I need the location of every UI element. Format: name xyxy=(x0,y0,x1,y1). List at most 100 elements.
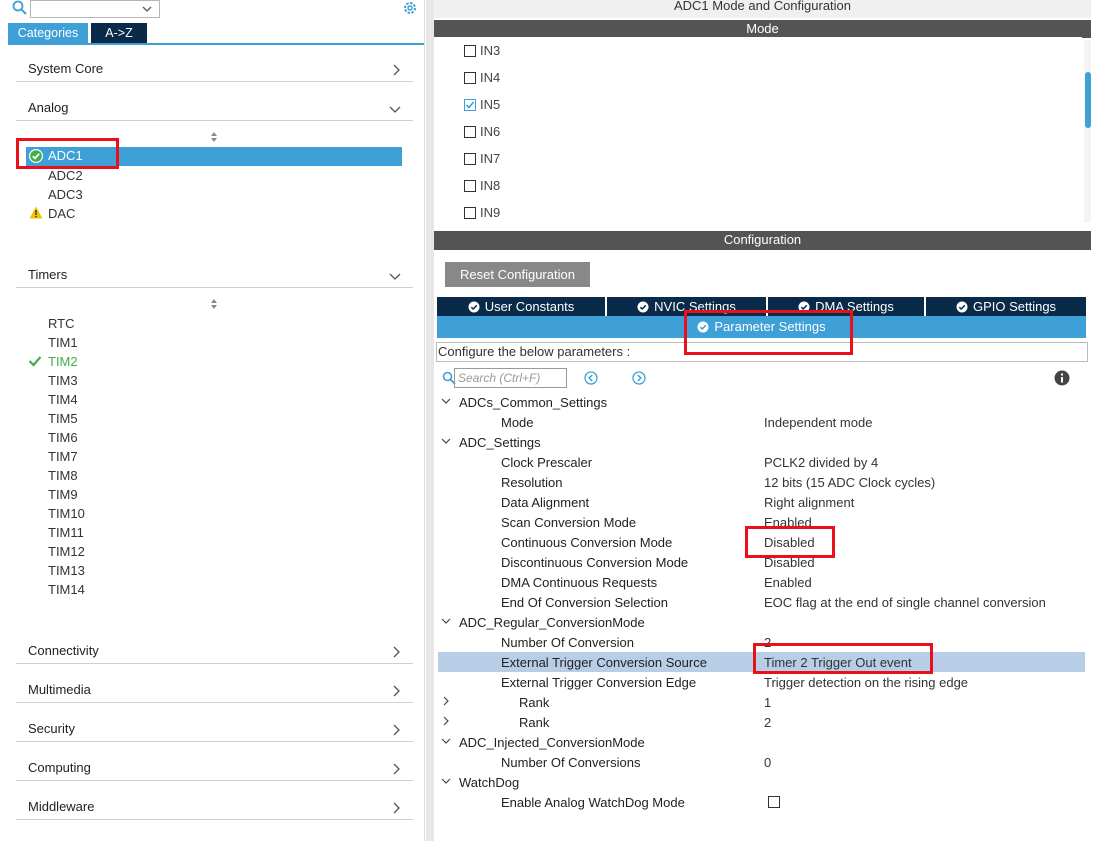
param-value[interactable]: Trigger detection on the rising edge xyxy=(764,675,968,690)
list-item-tim10[interactable]: TIM10 xyxy=(48,504,85,523)
channel-label: IN4 xyxy=(480,70,501,85)
parameter-search-input[interactable]: Search (Ctrl+F) xyxy=(454,368,567,388)
param-value[interactable]: 0 xyxy=(764,755,771,770)
category-security[interactable]: Security xyxy=(16,716,413,742)
list-item-tim4[interactable]: TIM4 xyxy=(48,390,78,409)
group-adc-injected-conversionmode[interactable]: ADC_Injected_ConversionMode xyxy=(438,732,1085,752)
param-name: Mode xyxy=(501,415,534,430)
category-connectivity[interactable]: Connectivity xyxy=(16,638,413,664)
checkbox-checked[interactable] xyxy=(464,99,476,111)
previous-icon[interactable] xyxy=(584,371,598,385)
list-item-tim9[interactable]: TIM9 xyxy=(48,485,78,504)
right-panel: ADC1 Mode and Configuration Mode IN3 IN4… xyxy=(434,0,1091,841)
group-watchdog[interactable]: WatchDog xyxy=(438,772,1085,792)
window-edge xyxy=(1091,0,1107,841)
param-row[interactable]: Data Alignment Right alignment xyxy=(438,492,1085,512)
mode-scrollbar[interactable] xyxy=(1084,40,1091,223)
param-value[interactable]: 1 xyxy=(764,695,771,710)
category-middleware[interactable]: Middleware xyxy=(16,794,413,820)
list-item-tim14[interactable]: TIM14 xyxy=(48,580,85,599)
tab-user-constants[interactable]: User Constants xyxy=(437,297,605,316)
checkbox[interactable] xyxy=(464,126,476,138)
gear-icon[interactable] xyxy=(402,0,418,16)
info-icon[interactable] xyxy=(1054,370,1070,386)
category-multimedia[interactable]: Multimedia xyxy=(16,677,413,703)
chevron-down-icon[interactable] xyxy=(441,736,451,746)
chevron-down-icon xyxy=(389,106,401,113)
chevron-down-icon[interactable] xyxy=(441,616,451,626)
param-row-rank-2[interactable]: Rank 2 xyxy=(438,712,1085,732)
annotation-box-parameter-settings xyxy=(684,310,853,355)
param-value[interactable]: Independent mode xyxy=(764,415,872,430)
chevron-right-icon[interactable] xyxy=(441,716,451,726)
category-search xyxy=(8,0,428,18)
channel-label: IN6 xyxy=(480,124,501,139)
list-item-tim6[interactable]: TIM6 xyxy=(48,428,78,447)
group-adc-regular-conversionmode[interactable]: ADC_Regular_ConversionMode xyxy=(438,612,1085,632)
chevron-down-icon[interactable] xyxy=(441,776,451,786)
tab-categories[interactable]: Categories xyxy=(8,23,88,43)
param-value[interactable]: Enabled xyxy=(764,575,812,590)
list-item-tim13[interactable]: TIM13 xyxy=(48,561,85,580)
group-adcs-common-settings[interactable]: ADCs_Common_Settings xyxy=(438,392,1085,412)
chevron-right-icon xyxy=(393,724,400,736)
list-item-tim5[interactable]: TIM5 xyxy=(48,409,78,428)
watchdog-checkbox[interactable] xyxy=(768,796,780,808)
param-row[interactable]: Resolution 12 bits (15 ADC Clock cycles) xyxy=(438,472,1085,492)
category-timers[interactable]: Timers xyxy=(16,262,413,288)
list-item-rtc[interactable]: RTC xyxy=(48,314,74,333)
param-name: Data Alignment xyxy=(501,495,590,510)
tab-gpio-settings[interactable]: GPIO Settings xyxy=(926,297,1086,316)
param-row[interactable]: Clock Prescaler PCLK2 divided by 4 xyxy=(438,452,1085,472)
category-system-core[interactable]: System Core xyxy=(16,56,413,82)
list-item-tim7[interactable]: TIM7 xyxy=(48,447,78,466)
param-value[interactable]: 12 bits (15 ADC Clock cycles) xyxy=(764,475,935,490)
group-adc-settings[interactable]: ADC_Settings xyxy=(438,432,1085,452)
param-row-rank-1[interactable]: Rank 1 xyxy=(438,692,1085,712)
checkbox[interactable] xyxy=(464,207,476,219)
configuration-header: Configuration xyxy=(434,231,1091,250)
checkbox[interactable] xyxy=(464,153,476,165)
panel-splitter[interactable] xyxy=(426,0,434,841)
tab-a-to-z[interactable]: A->Z xyxy=(91,23,147,43)
check-icon xyxy=(465,101,475,109)
chevron-right-icon xyxy=(393,64,400,76)
list-item-tim8[interactable]: TIM8 xyxy=(48,466,78,485)
param-value[interactable]: PCLK2 divided by 4 xyxy=(764,455,878,470)
param-row[interactable]: End Of Conversion Selection EOC flag at … xyxy=(438,592,1085,612)
sort-icon[interactable] xyxy=(209,131,219,143)
param-row[interactable]: Enable Analog WatchDog Mode xyxy=(438,792,1085,812)
checkbox[interactable] xyxy=(464,180,476,192)
chevron-down-icon[interactable] xyxy=(441,396,451,406)
search-combobox[interactable] xyxy=(30,0,160,18)
channel-label: IN7 xyxy=(480,151,501,166)
list-item-tim2[interactable]: TIM2 xyxy=(48,352,78,371)
param-value[interactable]: EOC flag at the end of single channel co… xyxy=(764,595,1046,610)
category-analog[interactable]: Analog xyxy=(16,95,413,121)
channel-label: IN8 xyxy=(480,178,501,193)
param-value[interactable]: 2 xyxy=(764,715,771,730)
param-row[interactable]: DMA Continuous Requests Enabled xyxy=(438,572,1085,592)
list-item-tim12[interactable]: TIM12 xyxy=(48,542,85,561)
list-item-tim1[interactable]: TIM1 xyxy=(48,333,78,352)
param-row[interactable]: External Trigger Conversion Edge Trigger… xyxy=(438,672,1085,692)
chevron-down-icon[interactable] xyxy=(441,436,451,446)
checkbox[interactable] xyxy=(464,45,476,57)
list-item-tim3[interactable]: TIM3 xyxy=(48,371,78,390)
category-computing[interactable]: Computing xyxy=(16,755,413,781)
tab-label: GPIO Settings xyxy=(972,299,1057,314)
next-icon[interactable] xyxy=(632,371,646,385)
mode-channel-list: IN3 IN4 IN5 IN6 IN7 IN8 IN9 xyxy=(434,37,1082,223)
param-row[interactable]: Number Of Conversions 0 xyxy=(438,752,1085,772)
chevron-right-icon[interactable] xyxy=(441,696,451,706)
search-icon[interactable] xyxy=(12,0,28,16)
sort-icon[interactable] xyxy=(209,298,219,310)
list-item-adc3[interactable]: ADC3 xyxy=(48,185,83,204)
param-value[interactable]: Right alignment xyxy=(764,495,854,510)
checkbox[interactable] xyxy=(464,72,476,84)
reset-configuration-button[interactable]: Reset Configuration xyxy=(445,262,590,287)
category-label: Security xyxy=(28,721,75,736)
param-row[interactable]: Mode Independent mode xyxy=(438,412,1085,432)
list-item-dac[interactable]: DAC xyxy=(48,204,75,223)
list-item-tim11[interactable]: TIM11 xyxy=(48,523,84,542)
